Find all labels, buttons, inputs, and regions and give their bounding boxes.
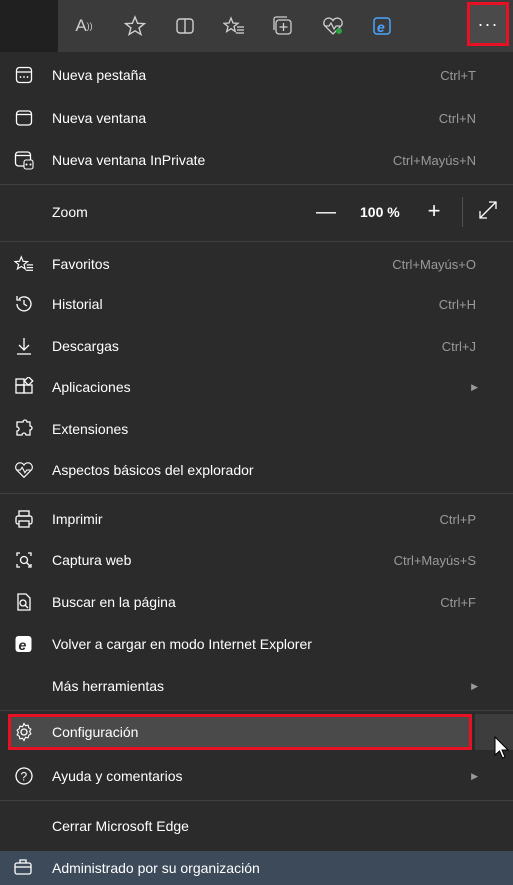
svg-text:e: e [19, 637, 27, 653]
menu-item-help[interactable]: ? Ayuda y comentarios ▶ [0, 757, 490, 795]
browser-essentials-icon [13, 459, 35, 481]
mouse-cursor-icon [494, 735, 510, 765]
submenu-arrow-icon: ▶ [471, 680, 478, 691]
essentials-label: Aspectos básicos del explorador [52, 462, 254, 478]
menu-item-inprivate[interactable]: Nueva ventana InPrivate Ctrl+Mayús+N [0, 141, 490, 179]
managed-by-organization[interactable]: Administrado por su organización [0, 851, 513, 885]
new-window-shortcut: Ctrl+N [438, 110, 476, 126]
print-icon [13, 508, 35, 530]
read-aloud-glyph: A [75, 16, 87, 35]
browser-toolbar: A)) e ··· [0, 0, 513, 52]
menu-item-print[interactable]: Imprimir Ctrl+P [0, 500, 490, 538]
menu-item-zoom: Zoom — 100 % + [0, 185, 513, 241]
download-icon [13, 335, 35, 357]
svg-text:e: e [377, 19, 385, 35]
downloads-shortcut: Ctrl+J [441, 338, 476, 354]
extensions-icon [13, 418, 35, 440]
menu-separator [0, 241, 513, 242]
find-label: Buscar en la página [52, 594, 176, 610]
favorites-icon[interactable] [220, 12, 248, 40]
menu-separator [0, 800, 513, 801]
find-on-page-icon [13, 591, 35, 613]
apps-label: Aplicaciones [52, 379, 131, 395]
new-tab-icon [13, 64, 35, 86]
apps-icon [13, 376, 35, 398]
menu-item-extensions[interactable]: Extensiones [0, 410, 490, 448]
menu-item-more-tools[interactable]: Más herramientas ▶ [0, 667, 490, 705]
zoom-label: Zoom [52, 204, 88, 220]
inprivate-label: Nueva ventana InPrivate [52, 152, 206, 168]
menu-item-history[interactable]: Historial Ctrl+H [0, 285, 490, 323]
more-icon: ··· [477, 13, 499, 34]
zoom-level: 100 % [360, 204, 400, 220]
inprivate-icon [13, 149, 35, 171]
submenu-arrow-icon: ▶ [471, 381, 478, 392]
browser-essentials-icon[interactable] [319, 12, 347, 40]
print-label: Imprimir [52, 511, 103, 527]
ie-mode-label: Volver a cargar en modo Internet Explore… [52, 636, 312, 652]
find-shortcut: Ctrl+F [440, 594, 476, 610]
zoom-divider [462, 197, 463, 227]
help-icon: ? [13, 765, 35, 787]
menu-item-close-edge[interactable]: Cerrar Microsoft Edge [0, 807, 490, 845]
new-window-label: Nueva ventana [52, 110, 147, 126]
help-label: Ayuda y comentarios [52, 768, 183, 784]
close-edge-label: Cerrar Microsoft Edge [52, 818, 189, 834]
new-tab-label: Nueva pestaña [52, 67, 147, 83]
favorites-icon [13, 253, 35, 275]
toolbar-left-area [0, 0, 58, 52]
web-capture-shortcut: Ctrl+Mayús+S [393, 552, 476, 568]
menu-item-favorites[interactable]: Favoritos Ctrl+Mayús+O [0, 245, 490, 283]
split-screen-icon[interactable] [171, 12, 199, 40]
favorite-star-icon[interactable] [121, 12, 149, 40]
zoom-out-button[interactable]: — [313, 199, 339, 225]
menu-item-ie-mode[interactable]: e Volver a cargar en modo Internet Explo… [0, 625, 490, 663]
internet-explorer-icon[interactable]: e [369, 12, 397, 40]
gear-icon [13, 721, 35, 743]
svg-text:?: ? [21, 770, 28, 784]
menu-item-new-window[interactable]: Nueva ventana Ctrl+N [0, 99, 490, 137]
settings-and-more-button[interactable]: ··· [467, 2, 509, 46]
history-shortcut: Ctrl+H [438, 296, 476, 312]
settings-label: Configuración [52, 724, 139, 740]
menu-item-find[interactable]: Buscar en la página Ctrl+F [0, 583, 490, 621]
web-capture-label: Captura web [52, 552, 132, 568]
menu-item-new-tab[interactable]: Nueva pestaña Ctrl+T [0, 56, 490, 94]
menu-item-apps[interactable]: Aplicaciones ▶ [0, 368, 490, 406]
new-window-icon [13, 107, 35, 129]
managed-label: Administrado por su organización [52, 860, 260, 876]
menu-item-web-capture[interactable]: Captura web Ctrl+Mayús+S [0, 541, 490, 579]
submenu-arrow-icon: ▶ [471, 770, 478, 781]
menu-separator [0, 493, 513, 494]
favorites-shortcut: Ctrl+Mayús+O [392, 256, 476, 272]
downloads-label: Descargas [52, 338, 119, 354]
new-tab-shortcut: Ctrl+T [440, 67, 476, 83]
favorites-label: Favoritos [52, 256, 110, 272]
inprivate-shortcut: Ctrl+Mayús+N [392, 152, 476, 168]
briefcase-icon [13, 857, 35, 879]
zoom-in-button[interactable]: + [421, 197, 447, 225]
collections-icon[interactable] [269, 12, 297, 40]
menu-item-settings[interactable]: Configuración [0, 713, 490, 751]
extensions-label: Extensiones [52, 421, 129, 437]
menu-item-downloads[interactable]: Descargas Ctrl+J [0, 327, 490, 365]
more-tools-label: Más herramientas [52, 678, 165, 694]
web-capture-icon [13, 549, 35, 571]
internet-explorer-icon: e [13, 633, 35, 655]
menu-item-browser-essentials[interactable]: Aspectos básicos del explorador [0, 451, 490, 489]
read-aloud-icon[interactable]: A)) [70, 12, 98, 40]
history-icon [13, 293, 35, 315]
menu-separator [0, 710, 513, 711]
fullscreen-icon[interactable] [476, 198, 502, 224]
print-shortcut: Ctrl+P [439, 511, 476, 527]
history-label: Historial [52, 296, 103, 312]
